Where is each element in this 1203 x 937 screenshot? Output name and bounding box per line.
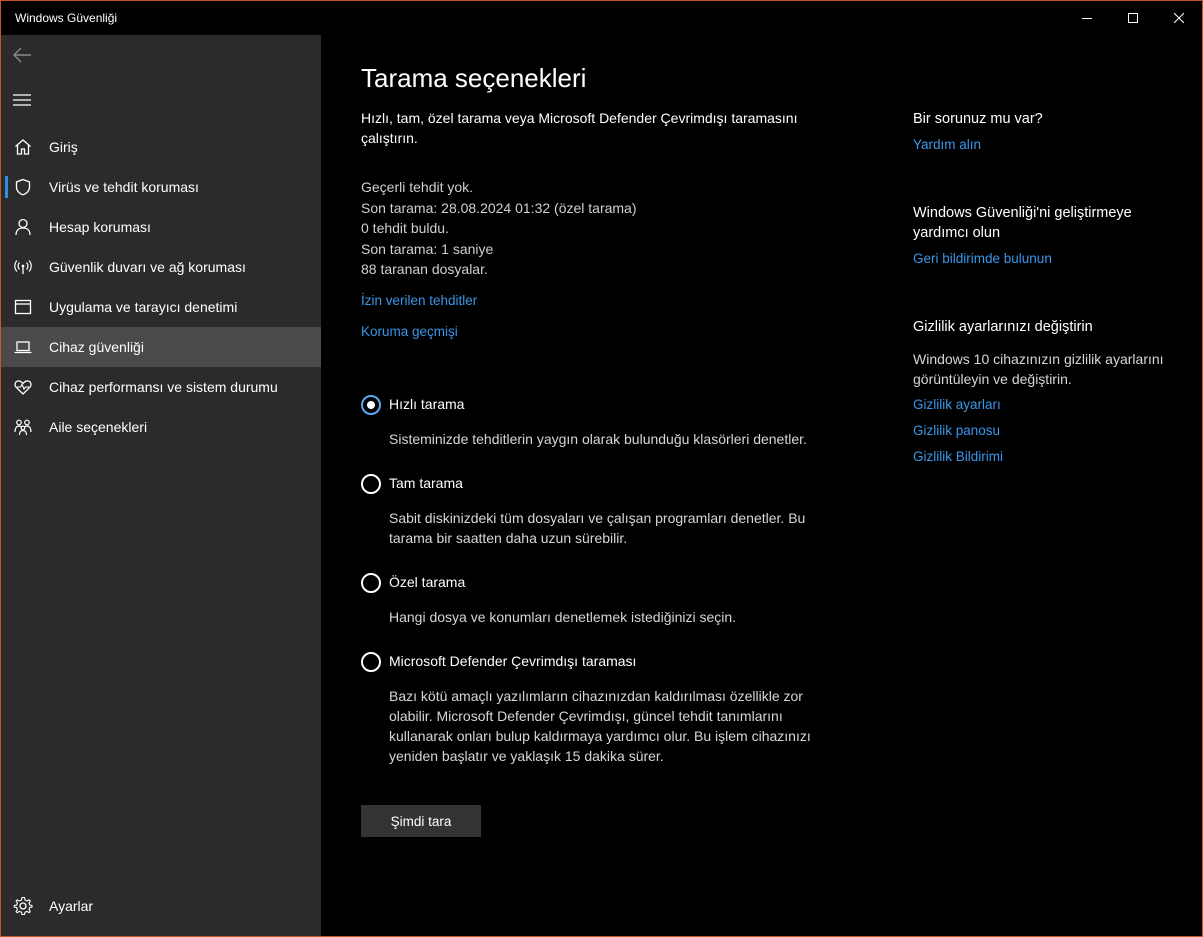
sidebar-item-virus-protection[interactable]: Virüs ve tehdit koruması bbox=[1, 167, 321, 207]
privacy-settings-link[interactable]: Gizlilik ayarları bbox=[913, 397, 1001, 412]
status-line: 0 tehdit buldu. bbox=[361, 220, 449, 236]
gear-icon bbox=[13, 896, 33, 916]
sidebar-item-device-performance[interactable]: Cihaz performansı ve sistem durumu bbox=[1, 367, 321, 407]
sidebar-item-label: Aile seçenekleri bbox=[49, 419, 148, 435]
sidebar-item-account-protection[interactable]: Hesap koruması bbox=[1, 207, 321, 247]
minimize-button[interactable] bbox=[1064, 1, 1110, 35]
maximize-button[interactable] bbox=[1110, 1, 1156, 35]
sidebar-item-app-browser-control[interactable]: Uygulama ve tarayıcı denetimi bbox=[1, 287, 321, 327]
title-bar: Windows Güvenliği bbox=[1, 1, 1202, 35]
minimize-icon bbox=[1082, 18, 1092, 19]
menu-button[interactable] bbox=[13, 93, 31, 107]
allowed-threats-link[interactable]: İzin verilen tehditler bbox=[361, 293, 477, 308]
scan-status: Geçerli tehdit yok. Son tarama: 28.08.20… bbox=[361, 177, 637, 280]
option-description: Hangi dosya ve konumları denetlemek iste… bbox=[389, 609, 737, 625]
sidebar-item-label: Güvenlik duvarı ve ağ koruması bbox=[49, 259, 246, 275]
sidebar-item-label: Virüs ve tehdit koruması bbox=[49, 179, 199, 195]
hamburger-icon bbox=[13, 94, 31, 106]
scan-now-button[interactable]: Şimdi tara bbox=[361, 805, 481, 837]
back-button[interactable] bbox=[11, 45, 33, 65]
person-icon bbox=[13, 217, 33, 237]
feedback-link[interactable]: Geri bildirimde bulunun bbox=[913, 251, 1052, 266]
shield-icon bbox=[13, 177, 33, 197]
sidebar-item-label: Cihaz performansı ve sistem durumu bbox=[49, 379, 278, 395]
option-description: Sabit diskinizdeki tüm dosyaları ve çalı… bbox=[389, 510, 806, 546]
sidebar-nav: Giriş Virüs ve tehdit koruması Hesap kor… bbox=[1, 127, 321, 447]
option-description: Sisteminizde tehditlerin yaygın olarak b… bbox=[389, 431, 807, 447]
privacy-dashboard-link[interactable]: Gizlilik panosu bbox=[913, 423, 1000, 438]
custom-scan-radio[interactable] bbox=[361, 573, 381, 593]
home-icon bbox=[13, 137, 33, 157]
sidebar-item-firewall[interactable]: Güvenlik duvarı ve ağ koruması bbox=[1, 247, 321, 287]
privacy-statement-link[interactable]: Gizlilik Bildirimi bbox=[913, 449, 1003, 464]
active-indicator bbox=[5, 176, 8, 198]
offline-scan-radio[interactable] bbox=[361, 652, 381, 672]
page-title: Tarama seçenekleri bbox=[361, 63, 587, 93]
status-line: 88 taranan dosyalar. bbox=[361, 261, 488, 277]
close-icon bbox=[1174, 13, 1184, 23]
option-label[interactable]: Tam tarama bbox=[389, 475, 463, 491]
sidebar-item-label: Giriş bbox=[49, 139, 78, 155]
family-icon bbox=[13, 417, 33, 437]
maximize-icon bbox=[1128, 13, 1138, 23]
wifi-antenna-icon bbox=[13, 257, 33, 277]
option-label[interactable]: Özel tarama bbox=[389, 574, 465, 590]
back-arrow-icon bbox=[13, 47, 31, 63]
status-line: Geçerli tehdit yok. bbox=[361, 179, 474, 195]
page-subtitle: Hızlı, tam, özel tarama veya Microsoft D… bbox=[361, 110, 798, 146]
sidebar-item-label: Hesap koruması bbox=[49, 219, 151, 235]
laptop-icon bbox=[13, 337, 33, 357]
question-heading: Bir sorunuz mu var? bbox=[913, 111, 1043, 127]
sidebar-item-family-options[interactable]: Aile seçenekleri bbox=[1, 407, 321, 447]
privacy-heading: Gizlilik ayarlarınızı değiştirin bbox=[913, 319, 1093, 335]
sidebar: Giriş Virüs ve tehdit koruması Hesap kor… bbox=[1, 35, 321, 936]
status-line: Son tarama: 28.08.2024 01:32 (özel taram… bbox=[361, 199, 637, 216]
browser-window-icon bbox=[13, 297, 33, 317]
sidebar-item-settings[interactable]: Ayarlar bbox=[1, 886, 321, 926]
sidebar-item-label: Cihaz güvenliği bbox=[49, 339, 144, 355]
sidebar-item-home[interactable]: Giriş bbox=[1, 127, 321, 167]
full-scan-radio[interactable] bbox=[361, 474, 381, 494]
app-window: Windows Güvenliği Giriş Virüs ve tehdit … bbox=[0, 0, 1203, 937]
option-label[interactable]: Hızlı tarama bbox=[389, 396, 464, 412]
protection-history-link[interactable]: Koruma geçmişi bbox=[361, 324, 458, 339]
option-label[interactable]: Microsoft Defender Çevrimdışı taraması bbox=[389, 653, 636, 669]
privacy-text: Windows 10 cihazınızın gizlilik ayarları… bbox=[913, 351, 1164, 387]
sidebar-item-label: Uygulama ve tarayıcı denetimi bbox=[49, 299, 238, 315]
quick-scan-radio[interactable] bbox=[361, 395, 381, 415]
option-description: Bazı kötü amaçlı yazılımların cihazınızd… bbox=[389, 688, 811, 764]
improve-heading: Windows Güvenliği'ni geliştirmeye yardım… bbox=[913, 205, 1132, 241]
sidebar-item-device-security[interactable]: Cihaz güvenliği bbox=[1, 327, 321, 367]
window-title: Windows Güvenliği bbox=[15, 11, 118, 25]
heart-pulse-icon bbox=[13, 377, 33, 397]
close-button[interactable] bbox=[1156, 1, 1202, 35]
status-line: Son tarama: 1 saniye bbox=[361, 240, 494, 257]
settings-label: Ayarlar bbox=[49, 898, 94, 914]
get-help-link[interactable]: Yardım alın bbox=[913, 137, 981, 152]
